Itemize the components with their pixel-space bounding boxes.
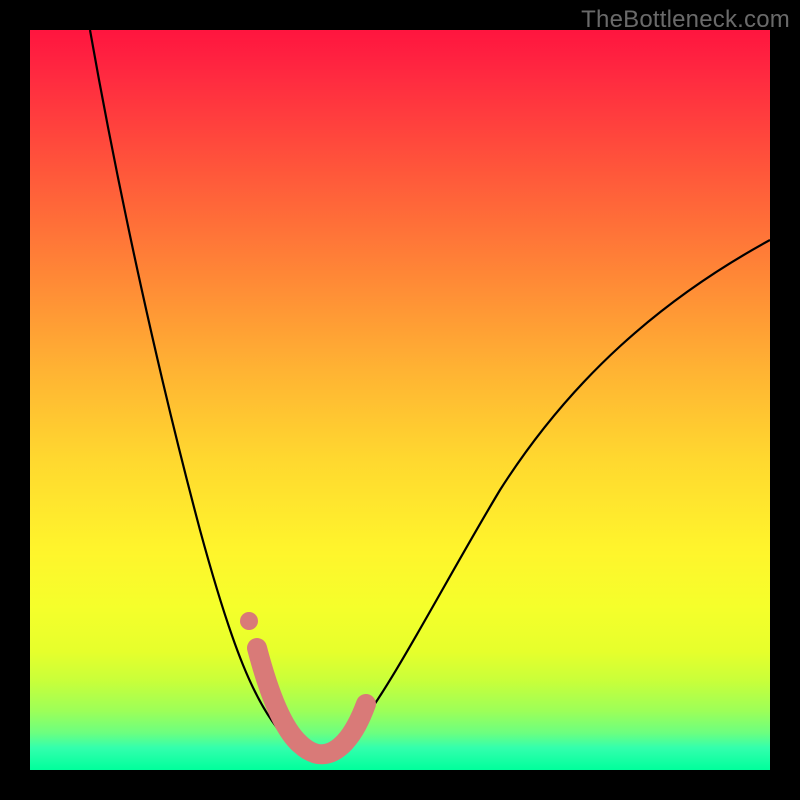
bottleneck-curve <box>90 30 770 755</box>
highlight-dot <box>240 612 258 630</box>
watermark-text: TheBottleneck.com <box>581 6 790 34</box>
chart-svg <box>30 30 770 770</box>
highlight-band <box>257 648 366 754</box>
chart-plot-area <box>30 30 770 770</box>
